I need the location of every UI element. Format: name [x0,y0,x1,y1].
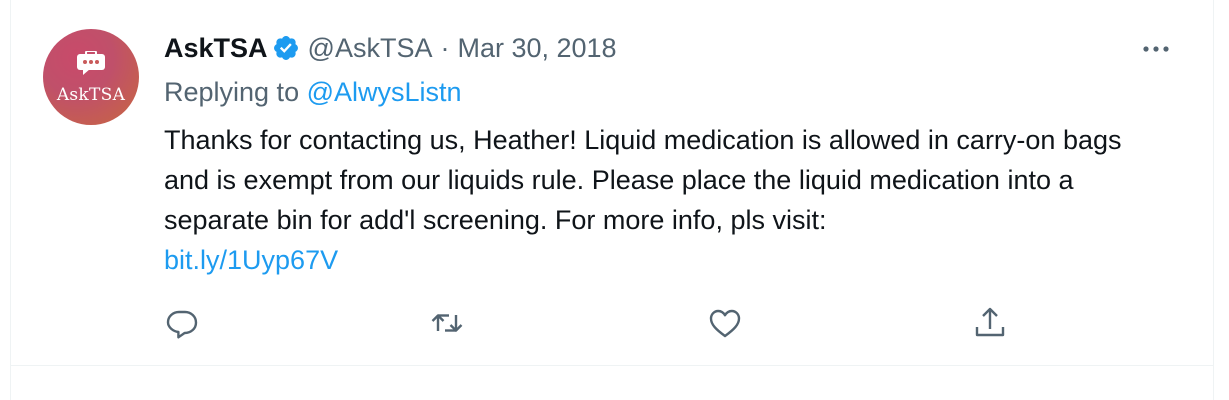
replying-prefix: Replying to [164,77,300,107]
avatar-label: AskTSA [56,85,126,105]
reply-button[interactable] [164,305,200,341]
tweet-body: Thanks for contacting us, Heather! Liqui… [164,125,1122,235]
separator-dot: · [440,32,450,63]
chat-bubble-icon [77,51,105,75]
like-icon [709,309,741,338]
tweet-link[interactable]: bit.ly/1Uyp67V [164,240,1174,280]
like-button[interactable] [707,305,743,341]
more-horizontal-icon[interactable] [1139,36,1173,62]
tweet[interactable]: AskTSA AskTSA @AskTSA · Mar 30, 2018 Rep… [11,0,1213,366]
avatar[interactable]: AskTSA [43,29,139,125]
retweet-button[interactable] [429,305,465,341]
share-button[interactable] [972,305,1008,341]
timestamp[interactable]: Mar 30, 2018 [457,33,616,64]
tweet-header: AskTSA @AskTSA · Mar 30, 2018 [164,31,617,65]
handle[interactable]: @AskTSA [308,33,433,64]
verified-badge-icon [273,36,298,60]
reply-mention-link[interactable]: @AlwysListn [307,77,462,107]
tweet-text: Thanks for contacting us, Heather! Liqui… [164,120,1174,280]
timeline-frame: AskTSA AskTSA @AskTSA · Mar 30, 2018 Rep… [10,0,1214,400]
replying-to: Replying to @AlwysListn [164,77,462,108]
share-icon [975,307,1005,337]
action-bar [164,305,1044,341]
display-name[interactable]: AskTSA [164,33,268,64]
retweet-icon [431,314,463,332]
reply-icon [166,310,198,339]
